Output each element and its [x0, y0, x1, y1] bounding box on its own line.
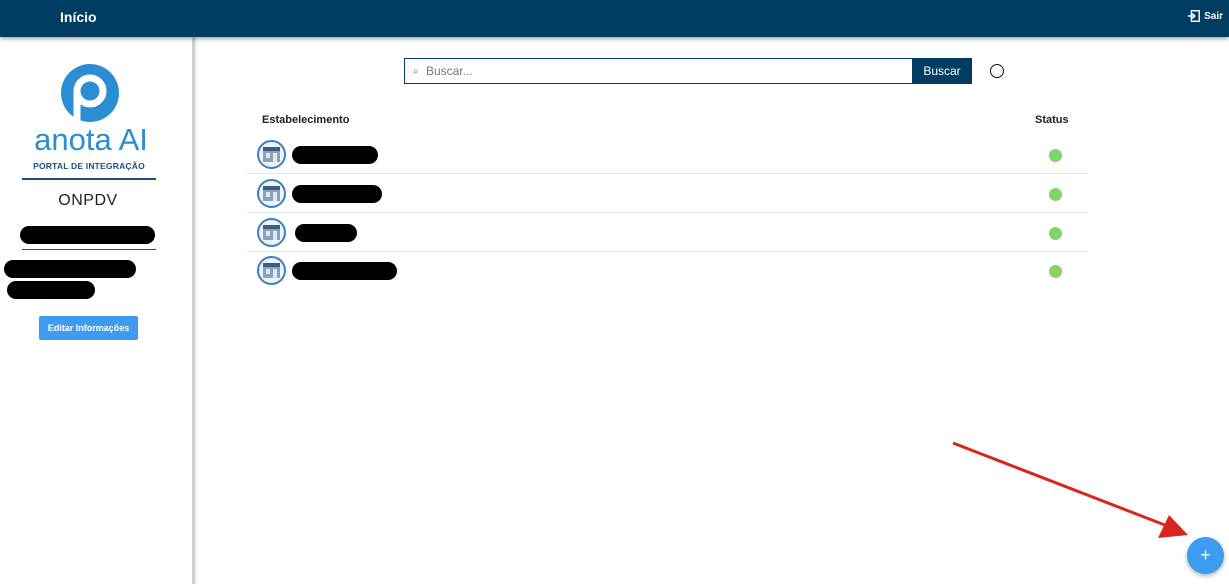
redacted-info — [20, 226, 155, 244]
store-avatar-icon — [257, 140, 286, 169]
table-row[interactable] — [247, 213, 1087, 252]
search-button[interactable]: Buscar — [912, 58, 972, 84]
redacted-store-name — [292, 146, 378, 164]
loading-spinner-icon — [990, 64, 1004, 78]
sidebar: anota AI PORTAL DE INTEGRAÇÃO ONPDV Edit… — [0, 37, 195, 584]
store-avatar-icon — [257, 179, 286, 208]
company-name: ONPDV — [58, 192, 118, 209]
logo-subtitle: PORTAL DE INTEGRAÇÃO — [33, 161, 145, 171]
logo-mark-icon — [61, 64, 119, 122]
status-indicator — [1049, 265, 1062, 278]
add-button[interactable]: + — [1187, 537, 1224, 574]
sidebar-divider — [22, 249, 156, 250]
table-row[interactable] — [247, 251, 1087, 290]
store-avatar-icon — [257, 256, 286, 285]
redacted-store-name — [295, 224, 357, 242]
column-header-establishment: Estabelecimento — [262, 114, 350, 126]
status-indicator — [1049, 227, 1062, 240]
status-indicator — [1049, 149, 1062, 162]
search-box[interactable]: ⌕ — [404, 58, 912, 84]
logout-button[interactable]: Sair — [1187, 9, 1223, 23]
redacted-info — [4, 260, 136, 278]
search-input[interactable] — [422, 64, 883, 78]
table-row[interactable] — [247, 135, 1087, 174]
page-title: Início — [60, 9, 97, 25]
logout-icon — [1187, 10, 1201, 22]
logo-text: anota AI — [34, 122, 148, 157]
redacted-info — [7, 281, 95, 299]
redacted-store-name — [292, 262, 397, 280]
logout-label: Sair — [1204, 10, 1223, 22]
annotation-arrow-icon — [952, 441, 1188, 538]
table-row[interactable] — [247, 174, 1087, 213]
top-bar: Início Sair — [0, 0, 1229, 37]
edit-info-button[interactable]: Editar Informações — [39, 316, 138, 340]
search-icon: ⌕ — [413, 65, 419, 77]
column-header-status: Status — [1035, 114, 1069, 126]
status-indicator — [1049, 188, 1062, 201]
store-avatar-icon — [257, 218, 286, 247]
logo-divider — [22, 178, 156, 180]
redacted-store-name — [292, 185, 382, 203]
